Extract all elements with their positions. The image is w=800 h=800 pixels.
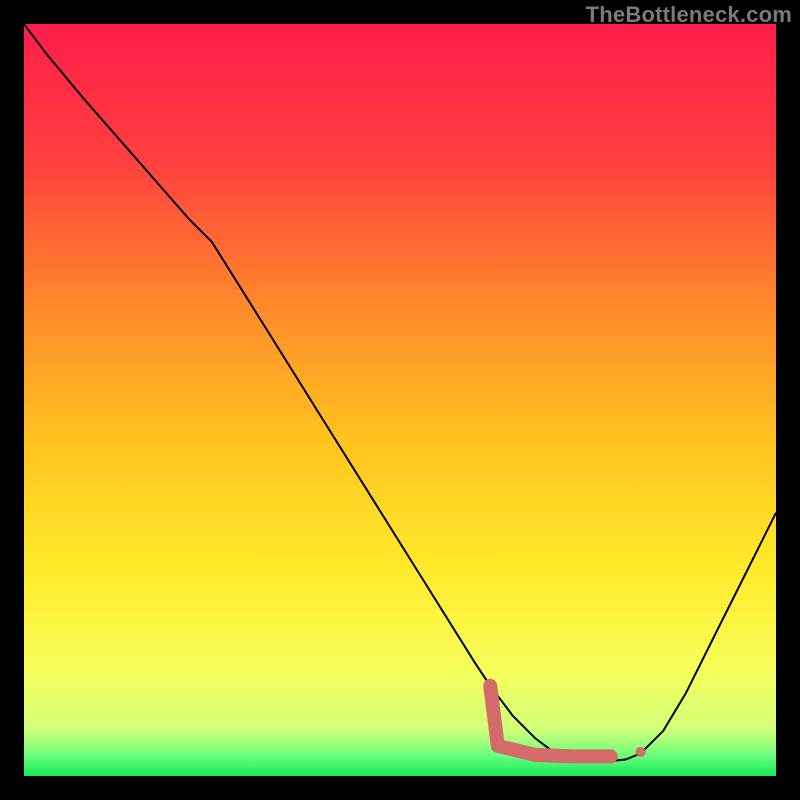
watermark-text: TheBottleneck.com <box>586 2 792 28</box>
series-highlight-dot-point <box>636 747 646 757</box>
chart-background <box>24 24 776 776</box>
chart-frame <box>24 24 776 776</box>
chart-plot <box>24 24 776 776</box>
